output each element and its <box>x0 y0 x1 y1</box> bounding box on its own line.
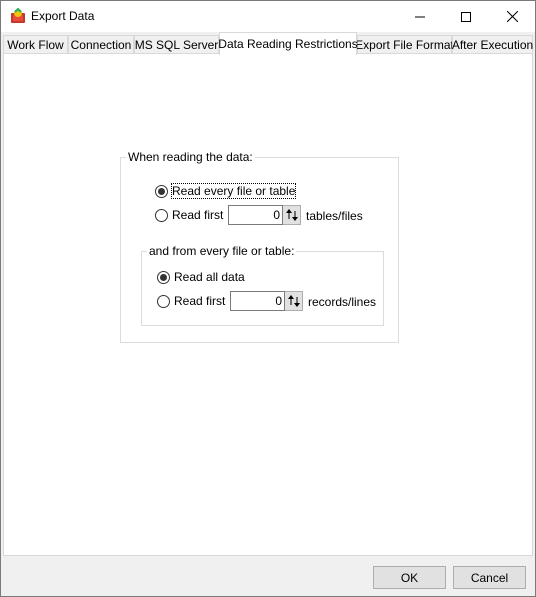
ok-button[interactable]: OK <box>373 566 446 589</box>
radio-read-every-label: Read every file or table <box>170 183 297 199</box>
radio-read-every-circle[interactable] <box>155 184 168 198</box>
tables-count-stepper[interactable]: 0 <box>228 205 301 225</box>
up-down-arrows-icon <box>285 209 298 221</box>
radio-read-first-tables[interactable]: Read first <box>155 208 223 222</box>
tables-unit-label: tables/files <box>306 209 363 223</box>
radio-read-first-records[interactable]: Read first <box>157 294 225 308</box>
tab-after-execution[interactable]: After Execution <box>452 35 533 54</box>
up-down-arrows-icon <box>287 295 300 307</box>
tab-panel: When reading the data: Read every file o… <box>3 53 533 556</box>
from-every-group: and from every file or table: Read all d… <box>141 244 384 326</box>
radio-read-all-data-label: Read all data <box>174 270 245 284</box>
records-unit-label: records/lines <box>308 295 377 309</box>
radio-read-first-records-circle[interactable] <box>157 294 170 308</box>
radio-read-all-data-circle[interactable] <box>157 270 170 284</box>
records-count-stepper[interactable]: 0 <box>230 291 303 311</box>
tab-strip: Work Flow Connection MS SQL Server Data … <box>3 32 535 55</box>
export-data-window: Export Data Work Flow Connection MS SQL … <box>0 0 536 597</box>
title-bar: Export Data <box>1 1 535 32</box>
records-count-input[interactable]: 0 <box>230 291 285 311</box>
tables-count-input[interactable]: 0 <box>228 205 283 225</box>
radio-read-first-tables-circle[interactable] <box>155 208 168 222</box>
close-icon <box>506 11 518 22</box>
reading-group-label: When reading the data: <box>126 150 255 164</box>
reading-group: When reading the data: Read every file o… <box>120 150 399 343</box>
tab-data-reading-restrictions[interactable]: Data Reading Restrictions <box>218 32 358 55</box>
maximize-icon <box>461 11 471 22</box>
tab-connection[interactable]: Connection <box>68 35 134 54</box>
radio-read-all-data[interactable]: Read all data <box>157 270 245 284</box>
window-title: Export Data <box>31 9 95 23</box>
radio-read-first-tables-label: Read first <box>172 208 224 222</box>
from-every-group-label: and from every file or table: <box>147 244 297 258</box>
tab-ms-sql-server[interactable]: MS SQL Server <box>134 35 219 54</box>
maximize-button[interactable] <box>443 1 489 32</box>
minimize-button[interactable] <box>397 1 443 32</box>
records-count-spin-button[interactable] <box>285 291 303 311</box>
app-icon <box>11 8 25 23</box>
tables-count-spin-button[interactable] <box>283 205 301 225</box>
radio-read-first-records-label: Read first <box>174 294 226 308</box>
close-button[interactable] <box>489 1 535 32</box>
cancel-button[interactable]: Cancel <box>453 566 526 589</box>
tab-export-file-format[interactable]: Export File Format <box>355 35 454 54</box>
minimize-icon <box>415 16 425 17</box>
tab-work-flow[interactable]: Work Flow <box>3 35 68 54</box>
radio-read-every[interactable]: Read every file or table <box>155 183 297 199</box>
